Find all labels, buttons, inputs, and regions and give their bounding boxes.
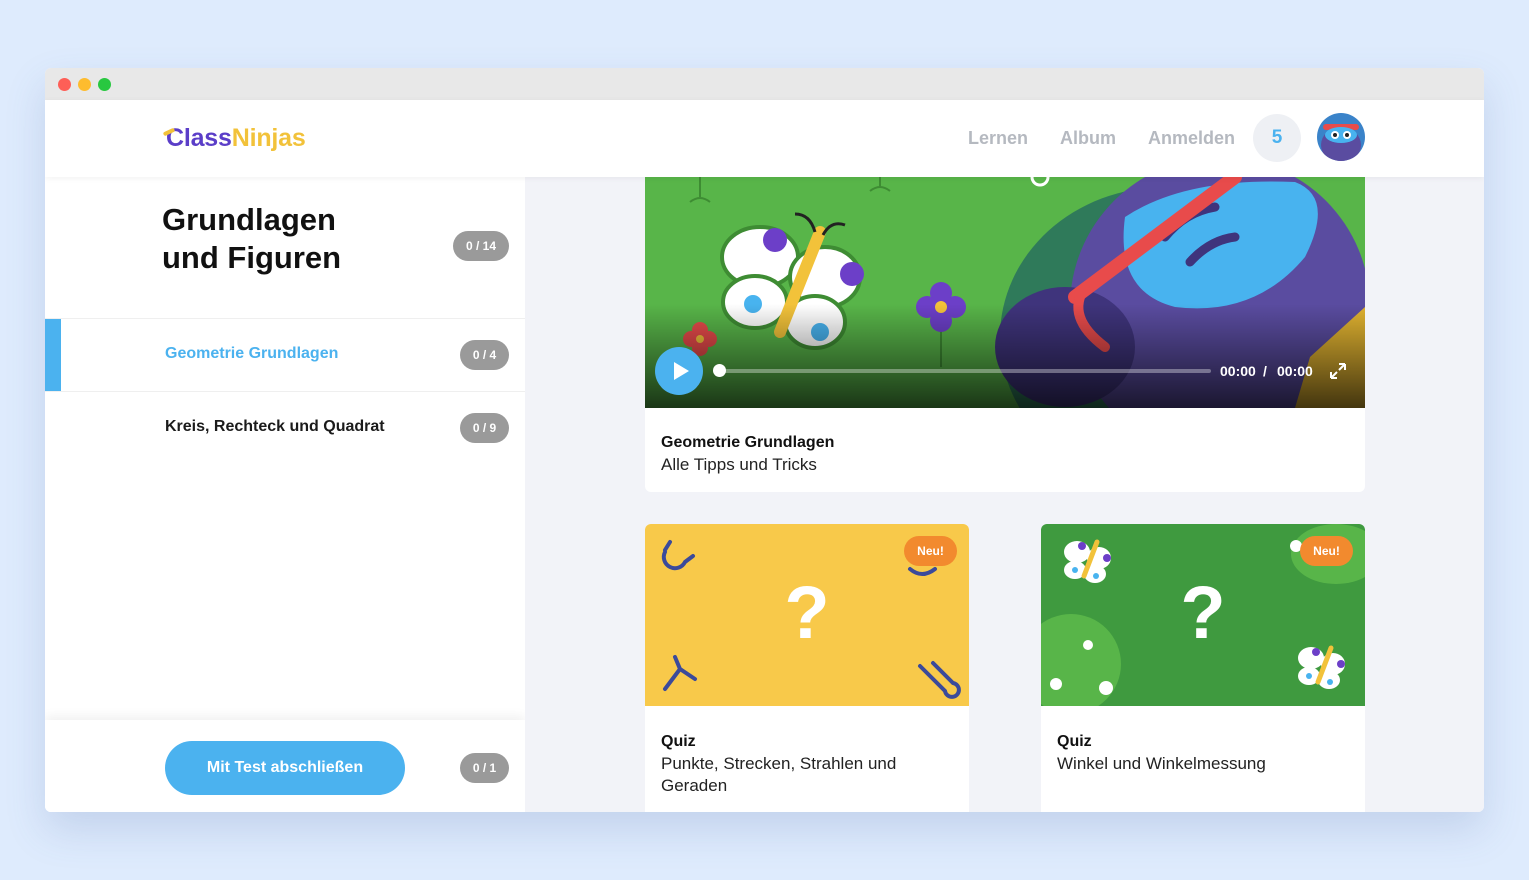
level-badge[interactable]: 5 <box>1253 114 1301 162</box>
video-subtitle: Alle Tipps und Tricks <box>661 455 817 474</box>
browser-window: ClassNinjas Lernen Album Anmelden 5 Grun… <box>45 68 1484 812</box>
chapter-title-line1: Grundlagen <box>162 202 336 237</box>
quiz-thumbnail: Neu! ? <box>1041 524 1365 714</box>
current-time: 00:00 <box>1220 363 1256 379</box>
nav-link-lernen[interactable]: Lernen <box>968 128 1028 149</box>
quiz-title: Winkel und Winkelmessung <box>1057 754 1266 773</box>
nav-link-album[interactable]: Album <box>1060 128 1116 149</box>
quiz-thumbnail: Neu! ? <box>645 524 969 706</box>
sidebar-item-label: Kreis, Rechteck und Quadrat <box>165 418 385 435</box>
sidebar-item-progress: 0 / 9 <box>460 413 509 443</box>
quiz-card-punkte-strecken[interactable]: Neu! ? Quiz Punkte, Strecken, Strahlen u… <box>645 524 969 812</box>
ninja-avatar-icon <box>1317 113 1365 161</box>
logo-part-class: Class <box>166 124 232 152</box>
quiz-title: Punkte, Strecken, Strahlen und Geraden <box>661 754 897 795</box>
play-button[interactable] <box>655 347 703 395</box>
ninja-avatar[interactable] <box>1317 113 1365 161</box>
video-progress-track[interactable] <box>719 369 1211 373</box>
chapter-title-line2: und Figuren <box>162 240 342 275</box>
close-window-button[interactable] <box>58 78 71 91</box>
quiz-type-label: Quiz <box>1057 733 1092 750</box>
sidebar-footer: Mit Test abschließen 0 / 1 <box>45 720 525 812</box>
fullscreen-icon[interactable] <box>1329 362 1347 380</box>
test-progress-pill: 0 / 1 <box>460 753 509 783</box>
sidebar-item-kreis-rechteck-quadrat[interactable]: Kreis, Rechteck und Quadrat 0 / 9 <box>45 392 525 464</box>
window-titlebar <box>45 68 1484 100</box>
new-badge: Neu! <box>904 536 957 566</box>
chapter-sidebar: Grundlagen und Figuren 0 / 14 Geometrie … <box>45 177 525 812</box>
minimize-window-button[interactable] <box>78 78 91 91</box>
active-indicator <box>45 319 61 391</box>
logo-part-ninjas: Ninjas <box>231 124 306 152</box>
duration-time: 00:00 <box>1277 363 1313 379</box>
top-navigation: ClassNinjas Lernen Album Anmelden 5 <box>45 100 1484 177</box>
sidebar-item-progress: 0 / 4 <box>460 340 509 370</box>
sidebar-item-geometrie-grundlagen[interactable]: Geometrie Grundlagen 0 / 4 <box>45 319 525 391</box>
video-player[interactable]: 00:00 / 00:00 <box>645 177 1365 408</box>
content-area: 00:00 / 00:00 Geometrie Grundlagen Alle … <box>525 177 1484 812</box>
time-separator: / <box>1263 363 1267 379</box>
video-title: Geometrie Grundlagen <box>661 434 835 451</box>
chapter-title: Grundlagen und Figuren <box>162 201 422 277</box>
video-card: 00:00 / 00:00 Geometrie Grundlagen Alle … <box>645 177 1365 492</box>
classninjas-logo[interactable]: ClassNinjas <box>162 124 306 153</box>
video-thumbnail-image <box>645 177 1365 408</box>
video-progress-handle[interactable] <box>713 364 726 377</box>
quiz-type-label: Quiz <box>661 733 696 750</box>
finish-with-test-button[interactable]: Mit Test abschließen <box>165 741 405 795</box>
nav-link-anmelden[interactable]: Anmelden <box>1148 128 1235 149</box>
question-mark-icon: ? <box>1180 571 1226 654</box>
maximize-window-button[interactable] <box>98 78 111 91</box>
quiz-card-winkel[interactable]: Neu! ? Quiz Winkel und Winkelmessung <box>1041 524 1365 812</box>
question-mark-icon: ? <box>784 571 830 654</box>
new-badge: Neu! <box>1300 536 1353 566</box>
chapter-progress-pill: 0 / 14 <box>453 231 509 261</box>
sidebar-item-label: Geometrie Grundlagen <box>165 345 339 362</box>
